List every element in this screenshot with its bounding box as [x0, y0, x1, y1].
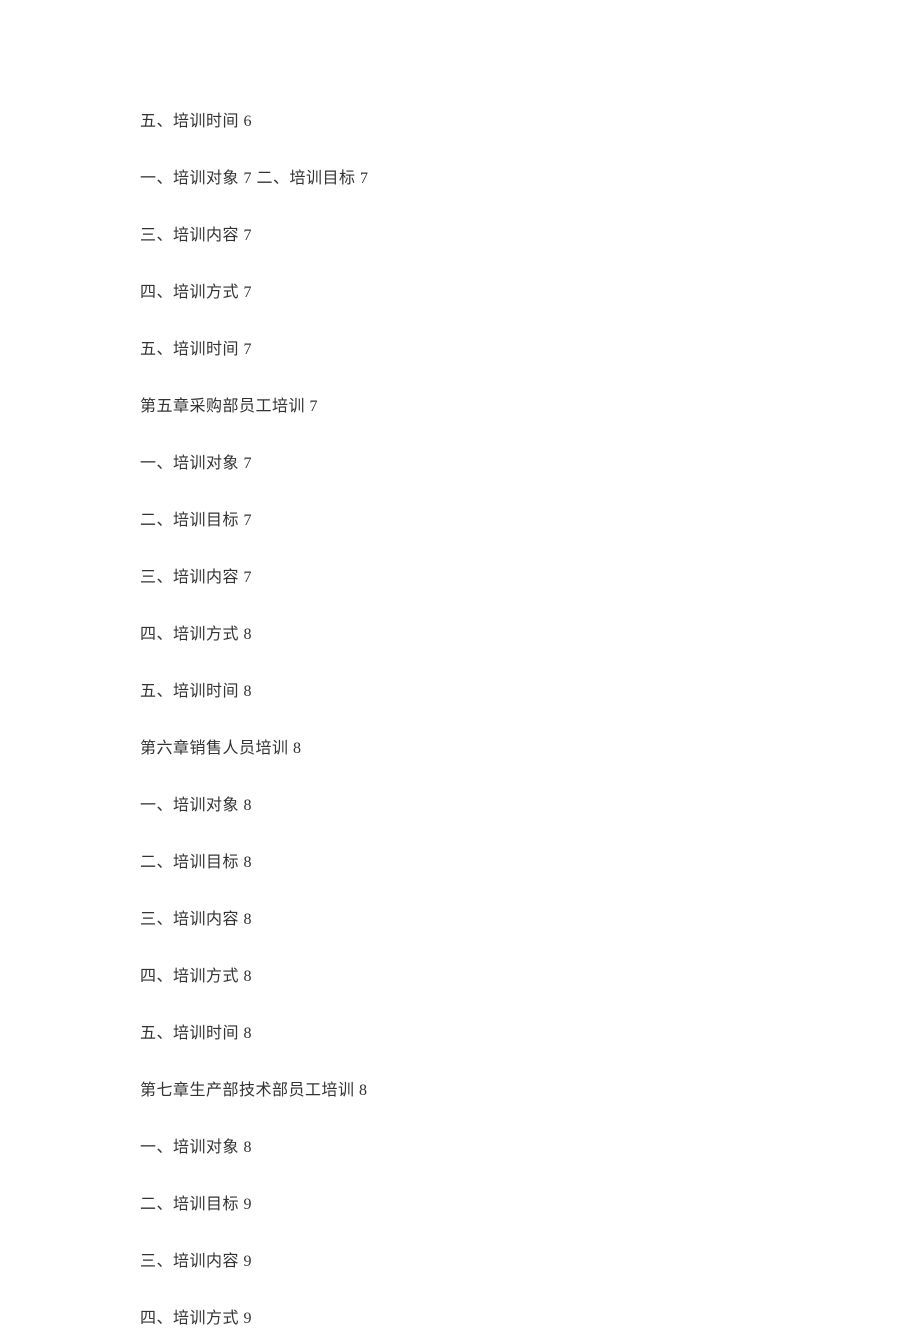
toc-entry: 三、培训内容 9	[140, 1250, 780, 1274]
toc-entry: 二、培训目标 7	[140, 509, 780, 533]
toc-entry: 四、培训方式 9	[140, 1307, 780, 1331]
toc-entry: 五、培训时间 7	[140, 338, 780, 362]
toc-entry: 第七章生产部技术部员工培训 8	[140, 1079, 780, 1103]
toc-entry: 二、培训目标 9	[140, 1193, 780, 1217]
toc-entry: 一、培训对象 7	[140, 452, 780, 476]
toc-entry: 二、培训目标 8	[140, 851, 780, 875]
document-page: 五、培训时间 6 一、培训对象 7 二、培训目标 7 三、培训内容 7 四、培训…	[0, 0, 920, 1331]
toc-entry: 三、培训内容 7	[140, 224, 780, 248]
toc-entry: 五、培训时间 8	[140, 1022, 780, 1046]
toc-entry: 一、培训对象 8	[140, 1136, 780, 1160]
toc-entry: 五、培训时间 8	[140, 680, 780, 704]
toc-entry: 第五章采购部员工培训 7	[140, 395, 780, 419]
toc-entry: 五、培训时间 6	[140, 110, 780, 134]
toc-entry: 一、培训对象 7 二、培训目标 7	[140, 167, 780, 191]
toc-entry: 三、培训内容 7	[140, 566, 780, 590]
toc-entry: 四、培训方式 8	[140, 623, 780, 647]
toc-entry: 四、培训方式 7	[140, 281, 780, 305]
toc-entry: 第六章销售人员培训 8	[140, 737, 780, 761]
toc-entry: 四、培训方式 8	[140, 965, 780, 989]
toc-entry: 一、培训对象 8	[140, 794, 780, 818]
toc-entry: 三、培训内容 8	[140, 908, 780, 932]
